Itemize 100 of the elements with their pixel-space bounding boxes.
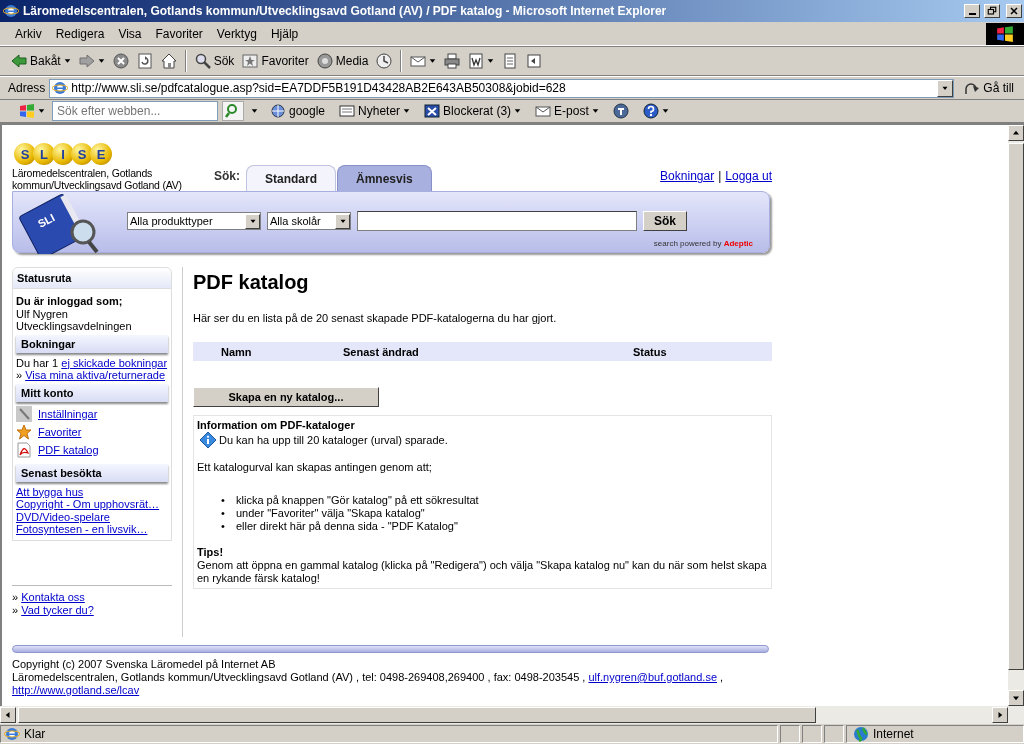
unsent-bookings-link[interactable]: ej skickade bokningar [61, 356, 168, 369]
footer-link[interactable]: Kontakta oss [21, 590, 85, 603]
document-icon [468, 53, 485, 69]
close-button[interactable] [1006, 4, 1022, 18]
section-header: Senast besökta [16, 463, 168, 482]
search-field[interactable] [357, 211, 637, 231]
help-icon [642, 103, 659, 119]
bullet-mark: • [221, 494, 226, 507]
search-tab[interactable]: Standard [246, 165, 337, 191]
logo-letter: E [90, 143, 112, 165]
caret-icon [38, 107, 45, 115]
search-button[interactable]: Sök [191, 51, 238, 71]
bookings-text: Du har 1 ej skickade bokningar [16, 356, 168, 369]
home-icon [160, 53, 177, 69]
contact-text: Läromedelscentralen, Gotlands kommun/Utvecklingsavd Gotland (AV) , tel: 0498-269408,269400 , fax: 0498-203545 , [12, 671, 586, 683]
go-button[interactable]: Gå till [958, 80, 1020, 96]
tips-text: Genom att öppna en gammal katalog (klicka på "Redigera") och välja "Skapa katalog nu" kan du när som helst skapa en rykande färsk katalog! [197, 559, 768, 585]
caret-icon [514, 107, 522, 115]
menu-item[interactable]: Favoriter [148, 26, 210, 41]
organization-name: Läromedelscentralen, Gotlands kommun/Utvecklingsavd Gotland (AV) [12, 167, 183, 191]
tips-title: Tips! [197, 546, 225, 559]
address-field[interactable]: http://www.sli.se/pdfcatalogue.asp?sid=EA7DDF5B191D43428AB2E643AB50308&jobid=628 [49, 78, 955, 98]
envelope-icon [410, 53, 427, 69]
department-name: Utvecklingsavdelningen [16, 320, 133, 333]
logo-letter: I [52, 143, 74, 165]
product-type-select[interactable]: Alla produkttyper [127, 212, 261, 230]
account-link[interactable]: Favoriter [38, 425, 82, 438]
wrench-icon [16, 405, 32, 422]
caret-icon [487, 57, 495, 65]
back-arrow-icon [11, 53, 27, 69]
browser-icon [52, 80, 69, 96]
menu-item[interactable]: Arkiv [8, 26, 49, 41]
address-label: Adress [8, 81, 46, 95]
column-header: Senast ändrad [343, 345, 420, 358]
menu-item[interactable]: Redigera [48, 26, 112, 41]
school-year-select[interactable]: Alla skolår [267, 212, 351, 230]
favorites-button[interactable]: Favoriter [239, 51, 312, 71]
list-item: eller direkt här på denna sida - "PDF Katalog" [236, 520, 458, 533]
bullet-mark: • [221, 520, 226, 533]
blocked-button[interactable]: Blockerat (3) [419, 103, 527, 119]
zone-text: Internet [873, 727, 914, 741]
back-button[interactable]: Bakåt [8, 51, 74, 71]
clock-icon [376, 53, 393, 69]
account-link[interactable]: PDF katalog [38, 443, 99, 456]
minimize-button[interactable] [964, 4, 980, 18]
globe-icon [853, 726, 869, 742]
envelope-icon [535, 103, 552, 119]
footer-link[interactable]: Vad tycker du? [21, 603, 94, 616]
section-header: Mitt konto [16, 383, 168, 402]
status-panel [780, 725, 800, 743]
restore-button[interactable] [984, 4, 1000, 18]
bullet-mark: • [221, 507, 226, 520]
search-tab[interactable]: Ämnesvis [337, 165, 432, 191]
bullet-mark: » [16, 369, 23, 381]
scroll-left-button[interactable] [0, 707, 16, 723]
scroll-down-button[interactable] [1008, 690, 1024, 706]
notepad-icon [502, 53, 519, 69]
recent-link[interactable]: DVD/Video-spelare [16, 510, 110, 523]
recent-link[interactable]: Fotosyntesen - en livsvik… [16, 523, 148, 535]
info-icon [200, 432, 216, 448]
logo-letter: S [14, 143, 36, 165]
create-catalog-button[interactable]: Skapa en ny katalog... [193, 387, 379, 407]
minimize-icon [968, 13, 976, 15]
news-button[interactable]: Nyheter [334, 103, 416, 119]
bookings-link[interactable]: Bokningar [660, 169, 715, 183]
search-button[interactable]: Sök [643, 211, 687, 231]
scroll-up-button[interactable] [1008, 125, 1024, 141]
media-button[interactable]: Media [313, 51, 372, 71]
email-link[interactable]: ulf.nygren@buf.gotland.se [588, 671, 718, 683]
forward-arrow-icon [78, 53, 95, 69]
google-button[interactable]: google [265, 103, 331, 119]
website-link[interactable]: http://www.gotland.se/lcav [12, 684, 140, 696]
logo-letter: S [71, 143, 93, 165]
active-bookings-link[interactable]: Visa mina aktiva/returnerade [25, 369, 165, 381]
logout-link[interactable]: Logga ut [725, 169, 772, 183]
logo-letter: L [33, 143, 55, 165]
menu-item[interactable]: Hjälp [263, 26, 306, 41]
caret-icon [403, 107, 411, 115]
mail-button[interactable]: E-post [530, 103, 604, 119]
panel-title: Statusruta [13, 268, 171, 289]
scrollbar-thumb[interactable] [1008, 143, 1024, 670]
search-label: Sök: [213, 169, 241, 185]
caret-icon [591, 107, 599, 115]
recent-link[interactable]: Copyright - Om upphovsrät… [16, 498, 160, 510]
account-link[interactable]: Inställningar [38, 407, 98, 420]
round-button-icon [612, 103, 629, 119]
menu-item[interactable]: Visa [111, 26, 149, 41]
stop-icon [112, 53, 129, 69]
menu-item[interactable]: Verktyg [209, 26, 264, 41]
windows-flag-icon [996, 24, 1014, 43]
link-separator: | [718, 169, 722, 183]
caret-icon [63, 57, 71, 65]
search-button[interactable] [222, 101, 244, 121]
scrollbar-thumb[interactable] [18, 707, 816, 723]
user-name: Ulf Nygren [16, 307, 69, 320]
restore-icon [986, 5, 998, 17]
recent-link[interactable]: Att bygga hus [16, 485, 84, 498]
scroll-right-button[interactable] [992, 707, 1008, 723]
status-panel [824, 725, 844, 743]
web-search-field[interactable]: Sök efter webben... [52, 101, 218, 121]
